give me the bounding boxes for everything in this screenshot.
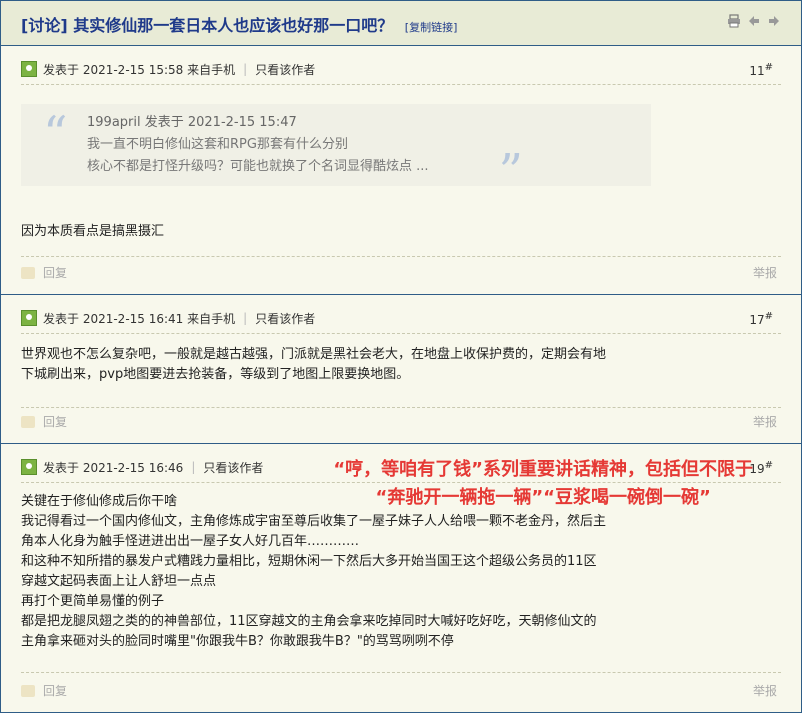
red-annotation: “哼，等咱有了钱”系列重要讲话精神，包括但不限于 “奔驰开一辆拖一辆”“豆浆喝一… bbox=[333, 459, 753, 508]
copy-link-button[interactable]: [复制链接] bbox=[405, 21, 458, 34]
next-thread-icon[interactable] bbox=[767, 14, 781, 28]
quote-close-icon: ” bbox=[498, 144, 523, 200]
post-actions: 回复 举报 bbox=[21, 682, 781, 700]
only-author-link[interactable]: 只看该作者 bbox=[203, 459, 263, 476]
thread-frame: [讨论] 其实修仙那一套日本人也应该也好那一口吧？ [复制链接] 发表于 202… bbox=[0, 0, 802, 713]
post-body: 世界观也不怎么复杂吧，一般就是越古越强，门派就是黑社会老大，在地盘上收保护费的，… bbox=[21, 347, 607, 382]
reply-icon bbox=[21, 415, 35, 428]
quote-line: 我一直不明白修仙这套和RPG那套有什么分别 bbox=[87, 137, 348, 152]
quote-block: “ 199april 发表于 2021-2-15 15:47 我一直不明白修仙这… bbox=[21, 104, 651, 196]
report-button[interactable]: 举报 bbox=[753, 682, 777, 699]
divider bbox=[21, 407, 781, 408]
post-body: 关键在于修仙修成后你干啥 我记得看过一个国内修仙文，主角修炼成宇宙至尊后收集了一… bbox=[21, 494, 607, 649]
prev-thread-icon[interactable] bbox=[747, 14, 761, 28]
quote-text: 199april 发表于 2021-2-15 15:47 我一直不明白修仙这套和… bbox=[87, 112, 429, 178]
quote-line: 核心不都是打怪升级吗？可能也就换了个名词显得酷炫点 ... bbox=[87, 159, 429, 174]
divider bbox=[21, 333, 781, 334]
quote-open-icon: “ bbox=[43, 106, 68, 162]
only-author-link[interactable]: 只看该作者 bbox=[255, 61, 315, 78]
floor-number[interactable]: 11# bbox=[749, 62, 773, 78]
post-actions: 回复 举报 bbox=[21, 264, 781, 282]
divider bbox=[21, 256, 781, 257]
report-button[interactable]: 举报 bbox=[753, 264, 777, 281]
post-meta: 发表于 2021-2-15 16:46 | 只看该作者 bbox=[21, 458, 263, 476]
reply-icon bbox=[21, 266, 35, 279]
thread-title: [讨论] 其实修仙那一套日本人也应该也好那一口吧？ [复制链接] bbox=[21, 12, 457, 36]
post-actions: 回复 举报 bbox=[21, 413, 781, 431]
reply-button[interactable]: 回复 bbox=[21, 264, 67, 281]
post-17: 发表于 2021-2-15 16:41 来自手机 | 只看该作者 17# 世界观… bbox=[1, 295, 801, 443]
post-date: 发表于 2021-2-15 16:46 bbox=[43, 460, 184, 475]
reply-icon bbox=[21, 684, 35, 697]
post-date: 发表于 2021-2-15 16:41 来自手机 bbox=[43, 311, 236, 326]
post-body: 因为本质看点是搞黑摄汇 bbox=[21, 224, 165, 239]
thread-title-text: [讨论] 其实修仙那一套日本人也应该也好那一口吧？ bbox=[21, 16, 394, 35]
reply-button[interactable]: 回复 bbox=[21, 413, 67, 430]
user-avatar-icon[interactable] bbox=[21, 61, 37, 77]
report-button[interactable]: 举报 bbox=[753, 413, 777, 430]
only-author-link[interactable]: 只看该作者 bbox=[255, 310, 315, 327]
post-meta: 发表于 2021-2-15 16:41 来自手机 | 只看该作者 bbox=[21, 309, 315, 327]
floor-number[interactable]: 17# bbox=[749, 311, 773, 327]
post-meta: 发表于 2021-2-15 15:58 来自手机 | 只看该作者 bbox=[21, 60, 315, 78]
post-11: 发表于 2021-2-15 15:58 来自手机 | 只看该作者 11# “ 1… bbox=[1, 46, 801, 294]
post-date: 发表于 2021-2-15 15:58 来自手机 bbox=[43, 62, 236, 77]
user-avatar-icon[interactable] bbox=[21, 459, 37, 475]
print-icon[interactable] bbox=[727, 14, 741, 28]
thread-header: [讨论] 其实修仙那一套日本人也应该也好那一口吧？ [复制链接] bbox=[1, 1, 801, 46]
divider bbox=[21, 672, 781, 673]
thread-tools bbox=[727, 14, 781, 28]
quote-author: 199april 发表于 2021-2-15 15:47 bbox=[87, 115, 297, 130]
reply-button[interactable]: 回复 bbox=[21, 682, 67, 699]
user-avatar-icon[interactable] bbox=[21, 310, 37, 326]
divider bbox=[21, 84, 781, 85]
